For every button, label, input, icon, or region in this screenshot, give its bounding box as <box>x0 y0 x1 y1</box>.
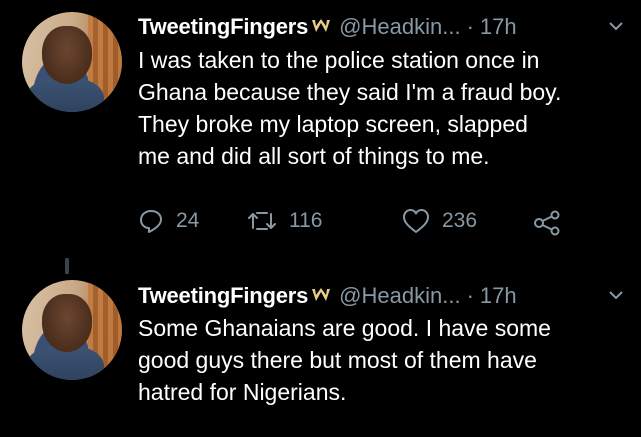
w-badge-icon <box>311 286 331 307</box>
share-button[interactable] <box>533 208 561 238</box>
avatar-face <box>42 26 92 84</box>
reply-button[interactable]: 24 <box>138 206 199 236</box>
user-handle[interactable]: @Headkin... <box>339 14 460 40</box>
avatar-face <box>42 294 92 352</box>
chevron-down-icon[interactable] <box>608 287 624 303</box>
tweet[interactable]: TweetingFingers @Headkin... · 17h I was … <box>0 0 641 262</box>
user-handle[interactable]: @Headkin... <box>339 283 460 309</box>
tweet-text: Some Ghanaians are good. I have some goo… <box>138 312 633 408</box>
reply-icon <box>138 208 164 234</box>
tweet-text-line: Ghana because they said I'm a fraud boy. <box>138 79 562 105</box>
w-badge-icon <box>311 17 331 38</box>
display-name[interactable]: TweetingFingers <box>138 14 308 40</box>
avatar[interactable] <box>22 12 122 112</box>
tweet-text-line: hatred for Nigerians. <box>138 379 347 405</box>
tweet-actions: 24 116 236 <box>138 206 578 236</box>
separator-dot: · <box>466 14 474 39</box>
like-button[interactable]: 236 <box>402 206 477 236</box>
display-name[interactable]: TweetingFingers <box>138 283 308 309</box>
tweet-text: I was taken to the police station once i… <box>138 44 633 172</box>
tweet-text-line: Some Ghanaians are good. I have some <box>138 315 551 341</box>
avatar[interactable] <box>22 280 122 380</box>
heart-icon <box>402 208 430 234</box>
tweet-text-line: good guys there but most of them have <box>138 347 537 373</box>
chevron-down-icon[interactable] <box>608 18 624 34</box>
tweet-text-line: me and did all sort of things to me. <box>138 143 490 169</box>
like-count: 236 <box>442 209 478 232</box>
reply-count: 24 <box>176 209 200 232</box>
tweet-header: TweetingFingers @Headkin... · 17h <box>138 14 517 40</box>
timestamp[interactable]: 17h <box>480 283 517 309</box>
tweet-header: TweetingFingers @Headkin... · 17h <box>138 283 517 309</box>
tweet[interactable]: TweetingFingers @Headkin... · 17h Some G… <box>0 262 641 437</box>
tweet-text-line: I was taken to the police station once i… <box>138 47 540 73</box>
separator-dot: · <box>466 283 474 308</box>
timestamp[interactable]: 17h <box>480 14 517 40</box>
share-icon <box>533 210 561 236</box>
retweet-count: 116 <box>289 209 323 232</box>
tweet-text-line: They broke my laptop screen, slapped <box>138 111 528 137</box>
retweet-icon <box>247 209 277 233</box>
retweet-button[interactable]: 116 <box>247 206 322 236</box>
